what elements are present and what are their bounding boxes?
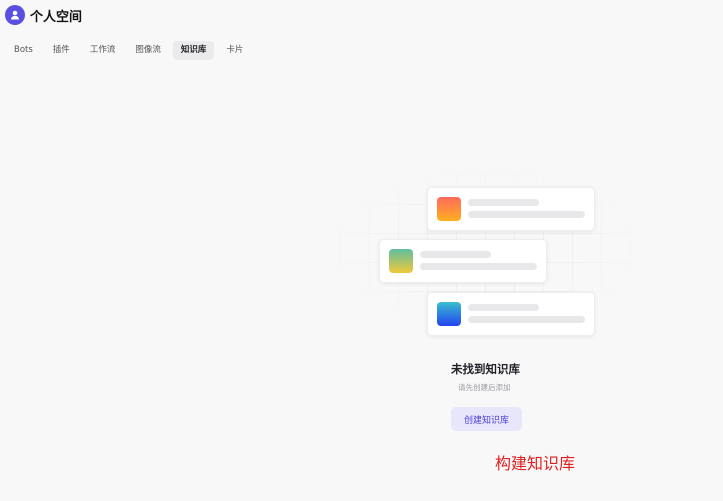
placeholder-card [427,187,595,231]
create-knowledge-button[interactable]: 创建知识库 [451,407,522,431]
empty-state-subtitle: 请先创建后添加 [458,383,511,392]
document-icon [437,302,461,326]
header: 个人空间 [0,0,723,30]
placeholder-line [468,304,539,311]
tab-knowledge[interactable]: 知识库 [172,41,215,60]
empty-illustration [340,175,635,345]
empty-state-title: 未找到知识库 [451,362,520,376]
document-icon [389,249,413,273]
tab-bots[interactable]: Bots [6,41,41,60]
tab-imageflow[interactable]: 图像流 [127,41,169,60]
placeholder-card [427,292,595,336]
placeholder-line [468,199,539,206]
placeholder-card [379,239,547,283]
document-icon [437,197,461,221]
tab-workflow[interactable]: 工作流 [82,41,124,60]
placeholder-line [468,211,585,218]
tab-bar: Bots 插件 工作流 图像流 知识库 卡片 [6,41,255,60]
user-icon [11,10,19,20]
page-title: 个人空间 [30,9,83,25]
placeholder-line [468,316,585,323]
tab-plugins[interactable]: 插件 [45,41,78,60]
user-avatar[interactable] [5,5,25,25]
annotation-label: 构建知识库 [495,454,576,473]
tab-cards[interactable]: 卡片 [218,41,251,60]
placeholder-line [420,263,537,270]
placeholder-line [420,251,491,258]
